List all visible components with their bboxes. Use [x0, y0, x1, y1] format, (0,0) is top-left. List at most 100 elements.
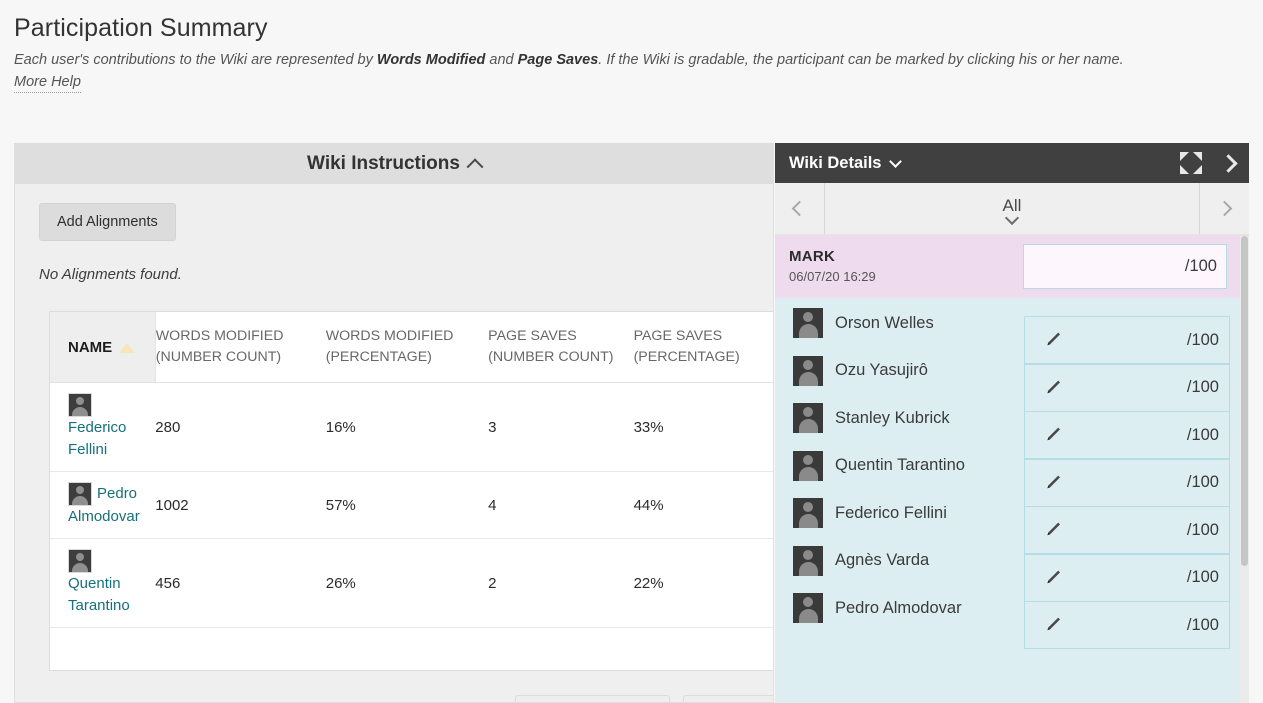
pencil-icon[interactable] [1041, 329, 1063, 351]
column-header-name[interactable]: NAME [50, 312, 156, 383]
participant-name-link[interactable]: Quentin Tarantino [68, 575, 130, 614]
no-alignments-message: No Alignments found. [39, 266, 182, 283]
mark-timestamp: 06/07/20 16:29 [789, 269, 876, 284]
student-grade-max: /100 [1186, 425, 1219, 444]
student-name: Stanley Kubrick [835, 408, 950, 427]
table-cell-page-saves-percent: 33% [633, 382, 773, 472]
student-name: Federico Fellini [835, 503, 947, 522]
student-grade-max: /100 [1186, 473, 1219, 491]
table-cell-name: Quentin Tarantino [50, 538, 156, 628]
wiki-details-header: Wiki Details [775, 143, 1249, 183]
add-alignments-button[interactable]: Add Alignments [39, 203, 176, 241]
table-cell-page-saves-percent: 22% [633, 538, 773, 628]
avatar [68, 482, 92, 506]
pencil-icon[interactable] [1041, 472, 1063, 494]
nav-previous-button[interactable] [775, 183, 825, 234]
mark-label: MARK [789, 248, 836, 265]
student-name: Quentin Tarantino [835, 456, 965, 474]
description-bold-words-modified: Words Modified [376, 52, 486, 68]
student-grade-row: Ozu Yasujirô/100 [775, 352, 1249, 412]
details-nav-bar: All [775, 183, 1249, 235]
nav-filter-selector[interactable]: All [825, 183, 1199, 234]
table-cell-page-saves-count: 4 [488, 471, 634, 539]
student-grade-row: Agnès Varda/100 [775, 542, 1249, 602]
bottom-button-stub-2[interactable] [683, 695, 773, 702]
pencil-icon[interactable] [1041, 567, 1063, 589]
participation-table: NAME WORDS MODIFIED (NUMBER COUNT) WORDS… [50, 312, 773, 628]
column-header-words-modified-count[interactable]: WORDS MODIFIED (NUMBER COUNT) [155, 312, 326, 383]
student-grade-max: /100 [1186, 330, 1219, 349]
student-identity[interactable]: Quentin Tarantino [793, 450, 965, 481]
table-cell-page-saves-count: 2 [488, 538, 634, 628]
chevron-left-icon [791, 200, 808, 217]
mark-grade-input[interactable]: /100 [1023, 244, 1227, 289]
table-body: Federico Fellini 280 16% 3 33% Pedro Almodova… [50, 382, 773, 628]
wiki-instructions-header[interactable]: Wiki Instructions [15, 143, 773, 184]
avatar [793, 545, 823, 576]
student-identity[interactable]: Pedro Almodovar [793, 593, 962, 623]
page-description: Each user's contributions to the Wiki ar… [14, 49, 1254, 72]
table-header-row: NAME WORDS MODIFIED (NUMBER COUNT) WORDS… [50, 312, 773, 383]
pencil-icon[interactable] [1041, 424, 1063, 446]
chevron-up-icon[interactable] [466, 157, 484, 175]
main-content-area: Wiki Instructions Add Alignments No Alig… [0, 143, 1263, 703]
student-grade-row: Orson Welles/100 [775, 304, 1249, 364]
pencil-icon[interactable] [1041, 519, 1063, 541]
table-row: Quentin Tarantino 456 26% 2 22% [50, 538, 773, 628]
student-grade-list: Orson Welles/100 Ozu Yasujirô/100 Stanley … [775, 298, 1249, 703]
student-grade-row: Stanley Kubrick/100 [775, 399, 1249, 459]
avatar [68, 549, 92, 573]
student-name: Pedro Almodovar [835, 598, 962, 617]
description-text-2: and [485, 52, 518, 68]
student-grade-max: /100 [1186, 615, 1219, 634]
avatar [793, 498, 823, 528]
table-cell-words-modified-percent: 26% [325, 538, 489, 628]
chevron-down-icon[interactable] [889, 154, 903, 168]
table-cell-page-saves-percent: 44% [633, 471, 773, 539]
student-grade-row: Pedro Almodovar/100 [775, 589, 1249, 649]
student-identity[interactable]: Agnès Varda [793, 545, 929, 576]
nav-next-button[interactable] [1199, 183, 1249, 234]
student-identity[interactable]: Orson Welles [793, 308, 934, 338]
column-header-words-modified-percent[interactable]: WORDS MODIFIED (PERCENTAGE) [325, 312, 489, 383]
bottom-button-stub-1[interactable] [515, 695, 670, 702]
student-grade-max: /100 [1186, 520, 1219, 539]
column-header-page-saves-count[interactable]: PAGE SAVES (NUMBER COUNT) [488, 312, 634, 383]
pencil-icon[interactable] [1041, 377, 1063, 399]
table-row: Federico Fellini 280 16% 3 33% [50, 382, 773, 472]
participant-name-link[interactable]: Federico Fellini [68, 419, 126, 458]
student-grade-row: Federico Fellini/100 [775, 494, 1249, 554]
column-header-page-saves-percent[interactable]: PAGE SAVES (PERCENTAGE) [633, 312, 773, 383]
more-help-link[interactable]: More Help [14, 72, 81, 93]
student-identity[interactable]: Ozu Yasujirô [793, 355, 928, 386]
avatar [793, 593, 823, 623]
page-title: Participation Summary [14, 14, 268, 42]
description-text-3: . If the Wiki is gradable, the participa… [598, 52, 1124, 68]
table-cell-page-saves-count: 3 [488, 382, 634, 472]
table-cell-name: Federico Fellini [50, 382, 156, 472]
avatar [793, 450, 823, 481]
table-row: Pedro Almodovar 1002 57% 4 44% [50, 471, 773, 539]
chevron-right-icon[interactable] [1219, 153, 1238, 173]
details-scrollbar[interactable] [1240, 236, 1249, 703]
wiki-details-title: Wiki Details [789, 153, 882, 172]
pencil-icon[interactable] [1041, 614, 1063, 636]
page-header: Participation Summary Each user's contri… [0, 0, 1263, 93]
student-grade-input[interactable]: /100 [1024, 601, 1230, 649]
avatar [793, 403, 823, 433]
table-cell-words-modified-percent: 57% [325, 471, 489, 539]
description-text-1: Each user's contributions to the Wiki ar… [14, 52, 377, 68]
details-scrollbar-thumb[interactable] [1241, 236, 1248, 566]
avatar [793, 355, 823, 386]
sort-ascending-triangle-icon[interactable] [119, 342, 136, 353]
column-header-name-label: NAME [68, 338, 113, 356]
student-grade-max: /100 [1186, 568, 1219, 586]
student-name: Ozu Yasujirô [835, 361, 928, 379]
mark-text-group: MARK 06/07/20 16:29 [789, 247, 1023, 286]
description-bold-page-saves: Page Saves [517, 52, 599, 68]
student-grade-row: Quentin Tarantino/100 [775, 447, 1249, 507]
expand-arrows-icon[interactable] [1180, 152, 1202, 174]
student-identity[interactable]: Federico Fellini [793, 498, 947, 528]
table-header: NAME WORDS MODIFIED (NUMBER COUNT) WORDS… [50, 312, 773, 383]
student-identity[interactable]: Stanley Kubrick [793, 403, 950, 433]
